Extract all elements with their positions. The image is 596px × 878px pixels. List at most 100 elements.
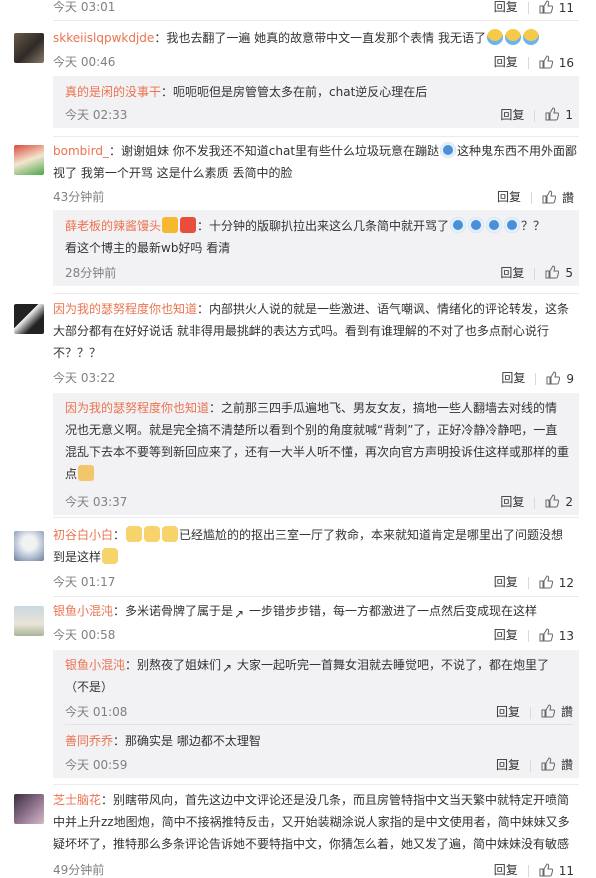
like-label: 讚 — [560, 758, 573, 772]
reply-button[interactable]: 回复 — [494, 628, 518, 642]
username-link[interactable]: 芝士脑花 — [53, 793, 101, 807]
arrow-emoji-icon: ↗ — [234, 603, 249, 621]
like-count: 1 — [565, 108, 573, 122]
reply-button[interactable]: 回复 — [501, 371, 525, 385]
username-link[interactable]: 因为我的瑟努程度你也知道 — [65, 401, 209, 415]
reply-time: 28分钟前 — [65, 266, 117, 280]
comment-actions: 回复 11 — [494, 0, 574, 15]
comment-time: 今天 00:46 — [53, 55, 116, 69]
comment-text: 因为我的瑟努程度你也知道：内部拱火人说的就是一些激进、语气嘲讽、情绪化的评论转发… — [53, 302, 570, 360]
username-link[interactable]: 初谷白小白 — [53, 528, 113, 542]
comment-time: 今天 03:22 — [53, 371, 116, 385]
username-link[interactable]: 真的是闲的没事干 — [65, 85, 161, 99]
avatar[interactable] — [14, 606, 44, 636]
thumbs-up-icon — [545, 265, 560, 279]
hand-emoji-icon — [78, 465, 95, 481]
avatar[interactable] — [14, 794, 44, 824]
thumbs-up-icon — [545, 494, 560, 508]
reply-button[interactable]: 回复 — [500, 495, 524, 509]
comment-actions: 回复 16 — [494, 53, 574, 70]
like-count: 2 — [565, 495, 573, 509]
avatar[interactable] — [14, 145, 44, 175]
username-link[interactable]: bombird_ — [53, 144, 109, 158]
like-button[interactable]: 13 — [539, 628, 574, 643]
thumbs-up-icon — [546, 371, 561, 385]
thumbs-up-icon — [539, 863, 553, 877]
crying-emoji-icon — [486, 29, 503, 45]
like-count: 9 — [566, 372, 574, 386]
reply-actions: 回复 讚 — [496, 756, 573, 773]
comment-time: 43分钟前 — [53, 190, 105, 204]
thumbs-up-icon — [539, 0, 553, 14]
like-count: 16 — [558, 56, 574, 70]
thumbs-up-icon — [545, 107, 560, 121]
reply-button[interactable]: 回复 — [494, 55, 518, 69]
reply-button[interactable]: 回复 — [500, 266, 524, 280]
thumbs-up-icon — [539, 628, 553, 642]
reply-actions: 回复 讚 — [496, 703, 573, 720]
cat-emoji-icon — [162, 526, 179, 542]
like-button[interactable]: 讚 — [542, 189, 574, 206]
reply-box: 薛老板的辣酱馒头 ：十分钟的版聊扒拉出来这么几条简中就开骂了？？ 看这个博主的最新… — [53, 210, 579, 286]
reply-time: 今天 01:08 — [65, 705, 128, 719]
reply-button[interactable]: 回复 — [494, 575, 518, 589]
reply-button[interactable]: 回复 — [494, 863, 518, 877]
reply-text: 善同乔乔：那确实是 哪边都不太理智 — [65, 734, 261, 748]
like-button[interactable]: 11 — [539, 0, 574, 15]
like-count: 5 — [565, 266, 573, 280]
thumbs-up-icon — [541, 757, 556, 771]
username-link[interactable]: 薛老板的辣酱馒头 — [65, 219, 161, 233]
like-label: 讚 — [560, 705, 573, 719]
comment-actions: 回复 13 — [494, 626, 574, 643]
like-count: 12 — [558, 576, 574, 590]
angry-emoji-icon — [504, 217, 521, 233]
comment-text: 银鱼小混沌：多米诺骨牌了属于是↗ 一步错步步错，每一方都激进了一点然后变成现在这样 — [53, 603, 538, 621]
comment-text: 初谷白小白： 已经尴尬的的抠出三室一厅了救命，本来就知道肯定是哪里出了问题没想 到… — [53, 526, 564, 564]
reply-time: 今天 02:33 — [65, 108, 128, 122]
avatar[interactable] — [14, 304, 44, 334]
avatar[interactable] — [14, 33, 44, 63]
comment-time: 49分钟前 — [53, 863, 105, 877]
like-button[interactable]: 2 — [545, 494, 573, 509]
reply-text: 银鱼小混沌：别熬夜了姐妹们↗ 大家一起听完一首舞女泪就去睡觉吧，不说了，都在炮里了… — [65, 658, 550, 694]
username-link[interactable]: skkeiislqpwkdjde — [53, 31, 154, 45]
reply-box: 因为我的瑟努程度你也知道：之前那三四手瓜遍地飞、男友女友，搞地一些人翻墙去对线的… — [53, 393, 579, 515]
like-button[interactable]: 讚 — [541, 757, 573, 772]
reply-box: 真的是闲的没事干：呃呃呃但是房管管太多在前，chat逆反心理在后 今天 02:3… — [53, 76, 579, 128]
like-button[interactable]: 12 — [539, 575, 574, 590]
like-button[interactable]: 1 — [545, 107, 573, 122]
reply-actions: 回复 5 — [500, 264, 573, 281]
comment-time: 今天 01:17 — [53, 575, 116, 589]
like-button[interactable]: 11 — [539, 863, 574, 878]
reply-box: 银鱼小混沌：别熬夜了姐妹们↗ 大家一起听完一首舞女泪就去睡觉吧，不说了，都在炮里了… — [53, 650, 579, 778]
avatar[interactable] — [14, 531, 44, 561]
username-link[interactable]: 善同乔乔 — [65, 734, 113, 748]
username-link[interactable]: 银鱼小混沌 — [65, 658, 125, 672]
username-link[interactable]: 因为我的瑟努程度你也知道 — [53, 302, 197, 316]
like-label: 讚 — [561, 191, 574, 205]
fan-badge-icon — [180, 217, 197, 233]
reply-button[interactable]: 回复 — [496, 705, 520, 719]
reply-button[interactable]: 回复 — [494, 0, 518, 14]
reply-text: 真的是闲的没事干：呃呃呃但是房管管太多在前，chat逆反心理在后 — [65, 85, 428, 99]
comment-actions: 回复 9 — [501, 369, 574, 386]
like-count: 11 — [558, 864, 574, 878]
reply-button[interactable]: 回复 — [496, 758, 520, 772]
comment-time: 今天 00:58 — [53, 628, 116, 642]
cat-emoji-icon — [126, 526, 143, 542]
like-button[interactable]: 讚 — [541, 704, 573, 719]
reply-text: 薛老板的辣酱馒头 ：十分钟的版聊扒拉出来这么几条简中就开骂了？？ 看这个博主的最新… — [65, 217, 546, 255]
reply-button[interactable]: 回复 — [500, 108, 524, 122]
cat-emoji-icon — [144, 526, 161, 542]
arrow-emoji-icon: ↗ — [222, 661, 233, 675]
like-button[interactable]: 5 — [545, 265, 573, 280]
angry-emoji-icon — [440, 142, 457, 158]
like-button[interactable]: 16 — [539, 55, 574, 70]
crying-emoji-icon — [522, 29, 539, 45]
username-link[interactable]: 银鱼小混沌 — [53, 604, 113, 618]
comment-actions: 回复 讚 — [497, 188, 574, 206]
reply-button[interactable]: 回复 — [497, 190, 521, 204]
reply-time: 今天 03:37 — [65, 495, 128, 509]
like-button[interactable]: 9 — [546, 371, 574, 386]
like-count: 11 — [558, 1, 574, 15]
